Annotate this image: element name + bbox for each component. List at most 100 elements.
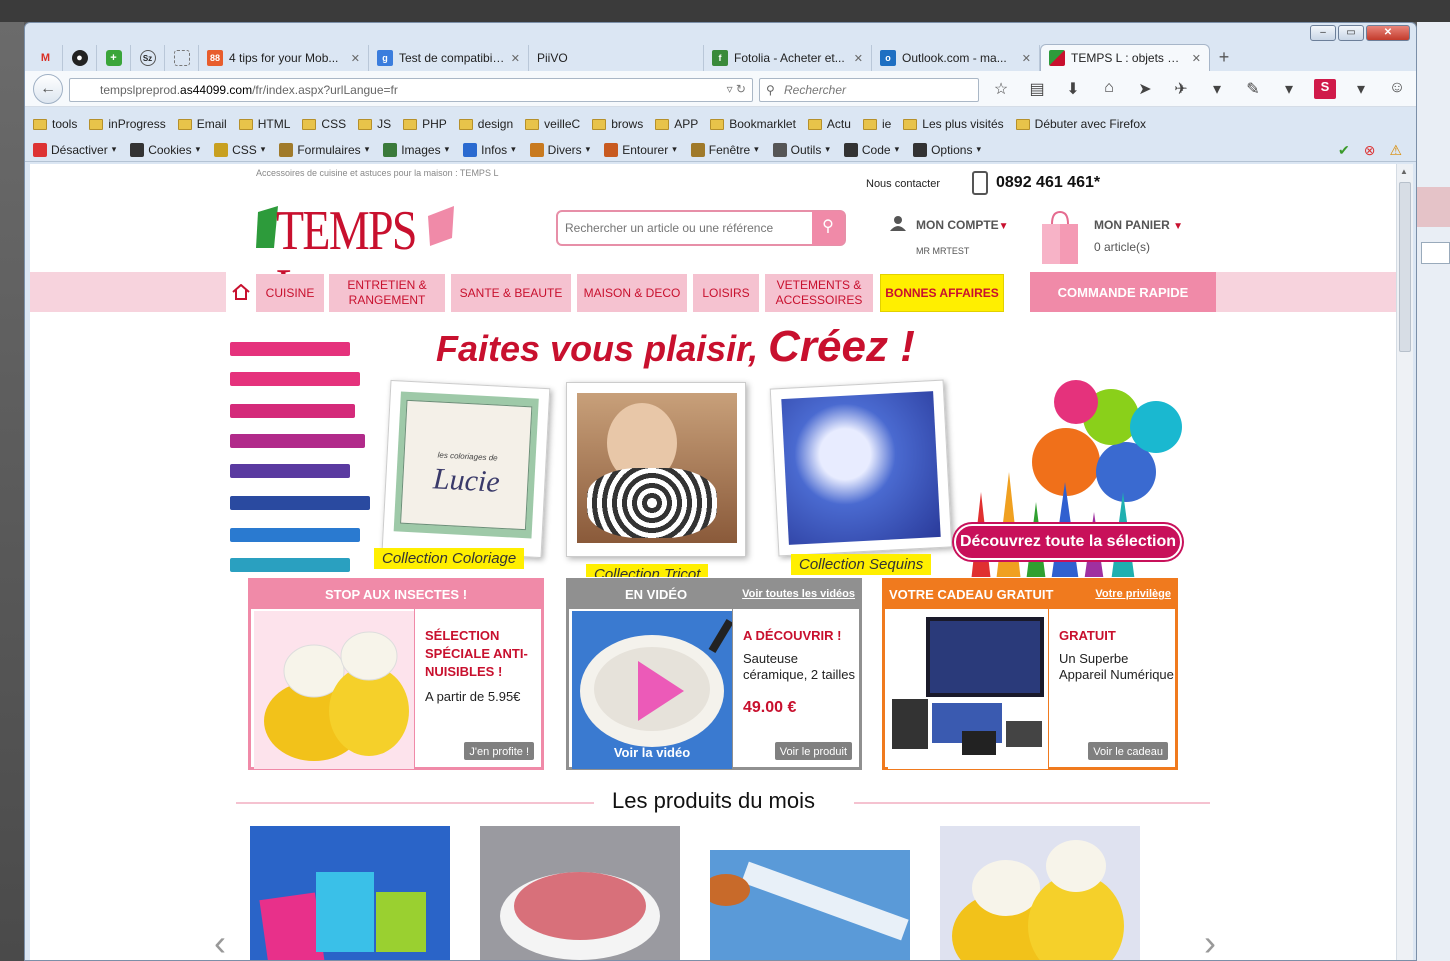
webdev-menu-item[interactable]: Fenêtre ▾ — [690, 142, 759, 157]
pinned-tab-add[interactable]: + — [97, 45, 131, 71]
webdev-menu-item[interactable]: Infos ▾ — [463, 142, 516, 157]
view-gift-button[interactable]: Voir le cadeau — [1087, 741, 1169, 761]
bookmark-item[interactable]: inProgress — [89, 117, 166, 131]
close-icon[interactable]: ✕ — [1022, 52, 1031, 65]
bookmark-item[interactable]: Les plus visités — [903, 117, 1004, 131]
bookmark-item[interactable]: JS — [358, 117, 391, 131]
privilege-link[interactable]: Votre privilège — [1095, 588, 1171, 600]
cart-label[interactable]: MON PANIER ▼ — [1094, 218, 1183, 232]
pinned-tab-seo[interactable]: Sz — [131, 45, 165, 71]
chat-icon[interactable]: ☺ — [1386, 79, 1408, 99]
scrollbar-thumb[interactable] — [1399, 182, 1411, 352]
sequins-photo[interactable] — [769, 379, 953, 557]
contact-link[interactable]: Nous contacter — [866, 178, 940, 190]
download-icon[interactable]: ⬇ — [1062, 79, 1084, 99]
caption-tricot[interactable]: Collection Tricot — [586, 564, 709, 577]
webdev-menu-item[interactable]: Outils ▾ — [772, 142, 830, 157]
menu-entretien[interactable]: ENTRETIEN & RANGEMENT — [329, 274, 445, 312]
bookmark-item[interactable]: brows — [592, 117, 643, 131]
home-icon[interactable]: ⌂ — [1098, 79, 1120, 99]
close-icon[interactable]: ✕ — [1192, 52, 1201, 65]
menu-bonnes-affaires[interactable]: BONNES AFFAIRES — [880, 274, 1004, 312]
bookmark-item[interactable]: APP — [655, 117, 698, 131]
maximize-button[interactable]: ▭ — [1338, 25, 1364, 41]
product-ice-packs[interactable] — [250, 826, 450, 960]
home-icon[interactable] — [232, 284, 250, 300]
check-icon[interactable]: ✔ — [1338, 142, 1350, 159]
watch-video-label[interactable]: Voir la vidéo — [572, 745, 732, 760]
tab-mobile-tips[interactable]: 88 4 tips for your Mob... ✕ — [199, 45, 369, 71]
coloring-book-photo[interactable]: les coloriages de Lucie — [381, 379, 551, 559]
dropdown-icon[interactable]: ▾ — [1278, 79, 1300, 99]
bookmark-item[interactable]: CSS — [302, 117, 346, 131]
caption-sequins[interactable]: Collection Sequins — [791, 554, 932, 575]
tab-compatibility-test[interactable]: g Test de compatibili... ✕ — [369, 45, 529, 71]
bookmark-item[interactable]: veilleC — [525, 117, 580, 131]
webdev-menu-item[interactable]: Désactiver ▾ — [33, 142, 116, 157]
bookmark-item[interactable]: Email — [177, 117, 227, 131]
minimize-button[interactable]: ‒ — [1310, 25, 1336, 41]
bookmark-item[interactable]: Actu — [807, 117, 851, 131]
product-film-roll[interactable] — [710, 850, 910, 960]
site-logo[interactable]: TEMPS L — [256, 202, 456, 318]
bookmark-item[interactable]: tools — [33, 117, 77, 131]
pinned-tab-gmail[interactable]: M — [29, 45, 63, 71]
webdev-menu-item[interactable]: Cookies ▾ — [130, 142, 200, 157]
close-icon[interactable]: ✕ — [351, 52, 360, 65]
webdev-menu-item[interactable]: Formulaires ▾ — [279, 142, 369, 157]
dropdown-icon[interactable]: ▾ — [1206, 79, 1228, 99]
new-tab-button[interactable]: + — [1210, 45, 1238, 71]
webdev-menu-item[interactable]: Code ▾ — [843, 142, 899, 157]
tab-outlook[interactable]: o Outlook.com - ma... ✕ — [872, 45, 1040, 71]
menu-sante-beaute[interactable]: SANTE & BEAUTE — [451, 274, 571, 312]
webdev-menu-item[interactable]: Images ▾ — [383, 142, 449, 157]
webdev-menu-item[interactable]: Options ▾ — [913, 142, 981, 157]
page-scrollbar[interactable]: ▲ — [1396, 164, 1413, 960]
webdev-menu-item[interactable]: Entourer ▾ — [604, 142, 677, 157]
menu-maison-deco[interactable]: MAISON & DECO — [577, 274, 687, 312]
product-insect-trap[interactable] — [940, 826, 1140, 960]
extension-icon[interactable]: ✈ — [1170, 79, 1192, 99]
site-search-input[interactable] — [558, 221, 812, 235]
webdev-menu-item[interactable]: Divers ▾ — [529, 142, 590, 157]
webdev-menu-item[interactable]: CSS ▾ — [214, 142, 265, 157]
bookmark-item[interactable]: ie — [862, 117, 891, 131]
shopping-bag-icon[interactable] — [1040, 208, 1080, 264]
close-window-button[interactable]: ✕ — [1366, 25, 1410, 41]
quick-order-button[interactable]: COMMANDE RAPIDE — [1030, 272, 1216, 312]
product-meat-paper[interactable] — [480, 826, 680, 960]
browser-search-input[interactable]: ⚲ Rechercher — [759, 78, 979, 102]
error-icon[interactable]: ⊗ — [1364, 142, 1376, 159]
bookmark-item[interactable]: PHP — [403, 117, 447, 131]
enjoy-button[interactable]: J'en profite ! — [463, 741, 535, 761]
bookmark-item[interactable]: Bookmarklet — [710, 117, 796, 131]
warning-icon[interactable]: ⚠ — [1389, 142, 1402, 159]
reading-list-icon[interactable]: ▤ — [1026, 79, 1048, 99]
tab-fotolia[interactable]: f Fotolia - Acheter et... ✕ — [704, 45, 872, 71]
caption-coloriage[interactable]: Collection Coloriage — [374, 548, 525, 569]
view-product-button[interactable]: Voir le produit — [773, 741, 853, 761]
eyedropper-icon[interactable]: ✎ — [1242, 79, 1264, 99]
menu-vetements[interactable]: VETEMENTS & ACCESSOIRES — [765, 274, 873, 312]
bookmark-item[interactable]: design — [458, 117, 513, 131]
pinned-tab-blank[interactable] — [165, 45, 199, 71]
tab-piivo[interactable]: PiiVO — [529, 45, 704, 71]
insect-trap-image[interactable] — [254, 611, 414, 769]
electronics-gift-image[interactable] — [888, 611, 1048, 769]
close-icon[interactable]: ✕ — [854, 52, 863, 65]
menu-loisirs[interactable]: LOISIRS — [693, 274, 759, 312]
dropdown-icon[interactable]: ▾ — [1350, 79, 1372, 99]
tab-temps-l[interactable]: TEMPS L : objets pr... ✕ — [1040, 44, 1210, 71]
send-icon[interactable]: ➤ — [1134, 79, 1156, 99]
menu-cuisine[interactable]: CUISINE — [256, 274, 324, 312]
reload-icon[interactable]: ▿ ↻ — [727, 82, 746, 96]
bookmark-item[interactable]: Débuter avec Firefox — [1015, 117, 1146, 131]
back-button[interactable]: ← — [33, 73, 63, 104]
close-icon[interactable]: ✕ — [511, 52, 520, 65]
scroll-up-icon[interactable]: ▲ — [1400, 167, 1408, 176]
discover-selection-button[interactable]: Découvrez toute la sélection — [954, 524, 1182, 560]
bookmark-star-icon[interactable]: ☆ — [990, 79, 1012, 99]
knitting-photo[interactable] — [566, 382, 746, 557]
s-extension-icon[interactable]: S — [1314, 79, 1336, 99]
carousel-prev-arrow[interactable]: ‹ — [214, 922, 226, 960]
